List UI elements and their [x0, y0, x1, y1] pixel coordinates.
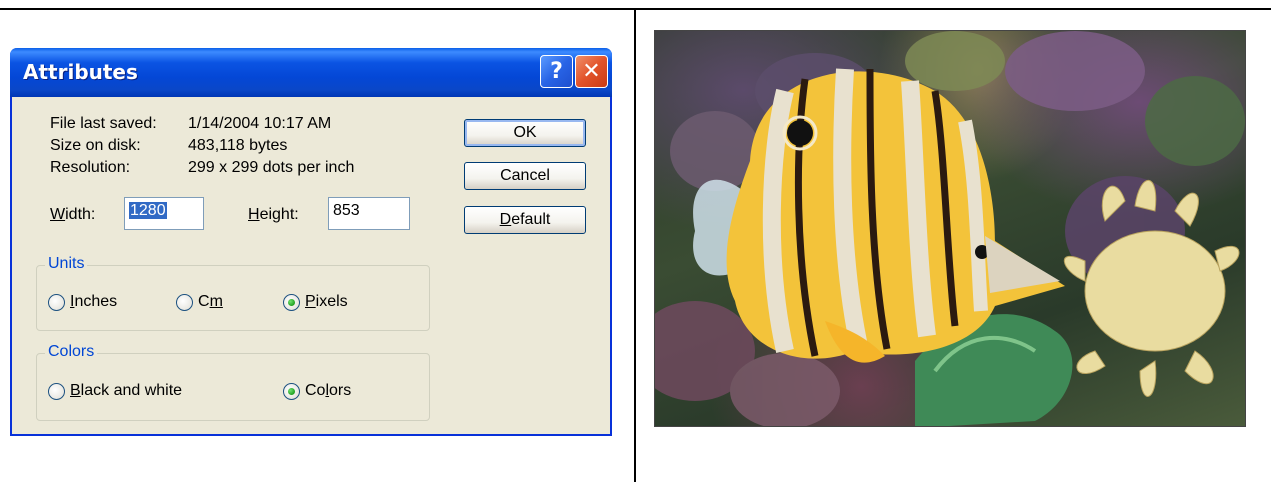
colors-label[interactable]: Colors: [305, 382, 351, 400]
close-icon: ✕: [582, 59, 601, 84]
fish-photo: [654, 30, 1246, 427]
inches-label[interactable]: Inches: [70, 293, 117, 311]
black-and-white-radio[interactable]: [48, 383, 65, 400]
close-button[interactable]: ✕: [575, 55, 608, 88]
dialog-body: File last saved: 1/14/2004 10:17 AM Size…: [12, 97, 610, 434]
pixels-radio[interactable]: [283, 294, 300, 311]
size-value: 483,118 bytes: [188, 137, 288, 154]
resolution-label: Resolution:: [50, 159, 131, 176]
width-label: Width:: [50, 206, 96, 223]
file-saved-value: 1/14/2004 10:17 AM: [188, 115, 332, 132]
cancel-button[interactable]: Cancel: [464, 162, 586, 190]
height-label: Height:: [248, 206, 299, 223]
title-bar[interactable]: Attributes ? ✕: [10, 48, 612, 97]
units-legend: Units: [45, 255, 88, 273]
dialog-title: Attributes: [23, 60, 138, 84]
pixels-label[interactable]: Pixels: [305, 293, 348, 311]
butterflyfish-illustration: [655, 31, 1245, 426]
height-value: 853: [333, 202, 360, 219]
inches-radio[interactable]: [48, 294, 65, 311]
width-input[interactable]: 1280: [124, 197, 204, 230]
resolution-value: 299 x 299 dots per inch: [188, 159, 355, 176]
help-icon: ?: [550, 59, 563, 84]
cm-label[interactable]: Cm: [198, 293, 223, 311]
colors-legend: Colors: [45, 343, 98, 361]
height-input[interactable]: 853: [328, 197, 410, 230]
cm-radio[interactable]: [176, 294, 193, 311]
help-button[interactable]: ?: [540, 55, 573, 88]
file-saved-label: File last saved:: [50, 115, 157, 132]
attributes-dialog: Attributes ? ✕ File last saved: 1/14/200…: [10, 48, 612, 436]
width-value: 1280: [129, 202, 167, 219]
default-button[interactable]: Default: [464, 206, 586, 234]
frame-divider: [634, 8, 636, 482]
colors-radio[interactable]: [283, 383, 300, 400]
black-and-white-label[interactable]: Black and white: [70, 382, 182, 400]
size-label: Size on disk:: [50, 137, 141, 154]
ok-button[interactable]: OK: [464, 119, 586, 147]
